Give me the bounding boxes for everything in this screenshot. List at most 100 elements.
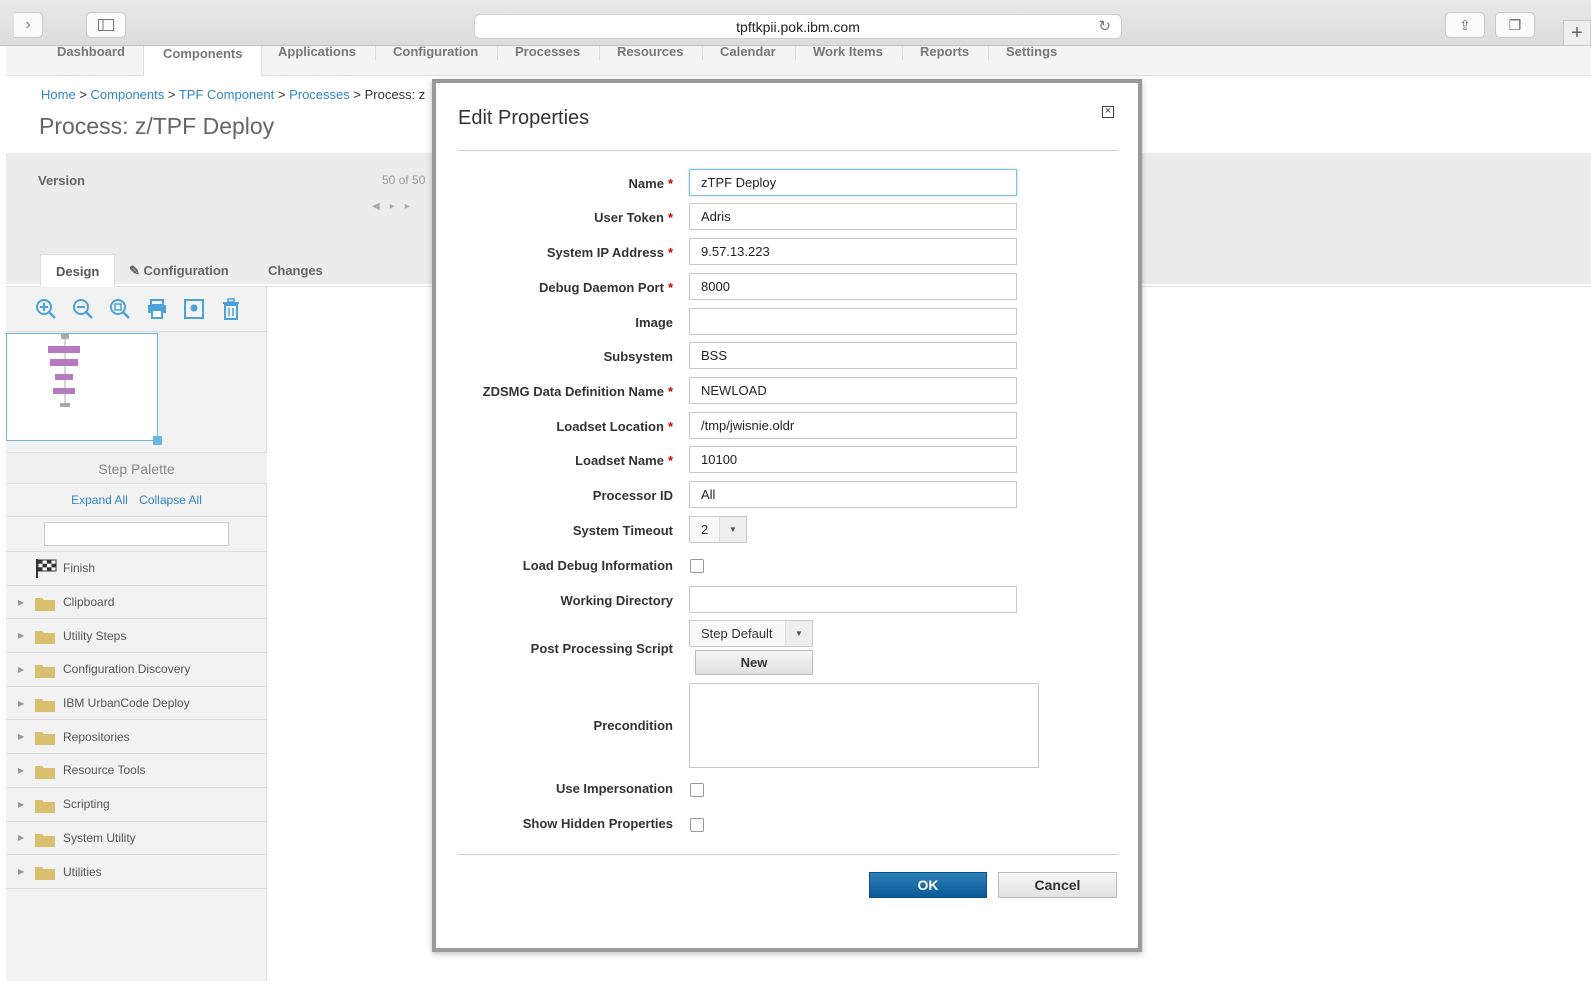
nav-divider xyxy=(795,46,796,60)
expand-arrow-icon[interactable]: ▶ xyxy=(18,732,24,741)
new-script-button[interactable]: New xyxy=(695,650,813,675)
breadcrumb-home[interactable]: Home xyxy=(41,87,76,102)
tab-components[interactable]: Components xyxy=(143,46,263,77)
palette-item-finish[interactable]: Finish xyxy=(6,552,267,586)
palette-item-label: Configuration Discovery xyxy=(63,662,191,677)
tab-configuration[interactable]: Configuration xyxy=(393,44,478,59)
loadset-name-input[interactable]: 10100 xyxy=(689,446,1017,473)
nav-divider xyxy=(497,46,498,60)
process-preview[interactable] xyxy=(6,333,162,445)
nav-divider xyxy=(988,46,989,60)
tab-config-label: Configuration xyxy=(143,263,229,278)
palette-folder-configuration-discovery[interactable]: ▶ Configuration Discovery xyxy=(6,653,267,687)
tab-applications[interactable]: Applications xyxy=(278,44,356,59)
palette-list: Finish ▶ Clipboard ▶ Utility Steps ▶ Con… xyxy=(6,552,267,889)
tab-config[interactable]: ✎ Configuration xyxy=(114,254,244,287)
precondition-label: Precondition xyxy=(593,718,673,733)
palette-folder-clipboard[interactable]: ▶ Clipboard xyxy=(6,586,267,620)
finish-flag-icon xyxy=(36,559,57,578)
dialog-title: Edit Properties xyxy=(458,107,590,129)
tab-changes[interactable]: Changes xyxy=(253,254,338,287)
new-tab-button[interactable]: + xyxy=(1563,20,1591,46)
system-ip-input[interactable]: 9.57.13.223 xyxy=(689,238,1017,265)
expand-arrow-icon[interactable]: ▶ xyxy=(18,699,24,708)
zdsmg-input[interactable]: NEWLOAD xyxy=(689,377,1017,404)
palette-item-label: Resource Tools xyxy=(63,763,146,778)
palette-folder-scripting[interactable]: ▶ Scripting xyxy=(6,788,267,822)
load-debug-label: Load Debug Information xyxy=(522,558,673,573)
tab-settings[interactable]: Settings xyxy=(1006,44,1057,59)
working-dir-input[interactable] xyxy=(689,586,1017,613)
expand-arrow-icon[interactable]: ▶ xyxy=(18,598,24,607)
tab-resources[interactable]: Resources xyxy=(617,44,683,59)
palette-folder-utilities[interactable]: ▶ Utilities xyxy=(6,855,267,889)
palette-folder-utility-steps[interactable]: ▶ Utility Steps xyxy=(6,619,267,654)
show-hidden-label: Show Hidden Properties xyxy=(522,816,673,831)
precondition-textarea[interactable] xyxy=(689,683,1039,768)
palette-filter-input[interactable] xyxy=(44,522,229,546)
expand-arrow-icon[interactable]: ▶ xyxy=(18,665,24,674)
folder-icon xyxy=(35,799,55,813)
tab-processes[interactable]: Processes xyxy=(515,44,580,59)
trash-icon[interactable] xyxy=(219,297,243,321)
address-bar[interactable]: tpftkpii.pok.ibm.com ↻ xyxy=(474,14,1122,39)
post-script-value: Step Default xyxy=(701,626,773,641)
breadcrumb-processes[interactable]: Processes xyxy=(289,87,350,102)
tabs-button[interactable]: ❐ xyxy=(1495,12,1535,38)
expand-arrow-icon[interactable]: ▶ xyxy=(18,867,24,876)
processor-id-input[interactable]: All xyxy=(689,481,1017,508)
collapse-all-link[interactable]: Collapse All xyxy=(139,493,202,507)
zoom-out-icon[interactable] xyxy=(71,297,95,321)
version-pager-icon[interactable]: ◀▸▸ xyxy=(372,201,420,212)
name-input[interactable]: zTPF Deploy xyxy=(689,169,1017,196)
zdsmg-label: ZDSMG Data Definition Name * xyxy=(482,384,673,399)
expand-arrow-icon[interactable]: ▶ xyxy=(18,631,24,640)
loadset-location-input[interactable]: /tmp/jwisnie.oldr xyxy=(689,412,1017,439)
zoom-fit-icon[interactable] xyxy=(108,297,132,321)
tab-reports[interactable]: Reports xyxy=(920,44,969,59)
expand-arrow-icon[interactable]: ▶ xyxy=(18,800,24,809)
palette-folder-resource-tools[interactable]: ▶ Resource Tools xyxy=(6,754,267,788)
save-image-icon[interactable] xyxy=(182,297,206,321)
ok-button[interactable]: OK xyxy=(869,872,987,898)
system-ip-label: System IP Address * xyxy=(546,245,673,260)
print-icon[interactable] xyxy=(145,297,169,321)
tab-dashboard[interactable]: Dashboard xyxy=(57,44,125,59)
cancel-button[interactable]: Cancel xyxy=(998,872,1117,898)
image-input[interactable] xyxy=(689,308,1017,335)
breadcrumb-tpf-component[interactable]: TPF Component xyxy=(179,87,274,102)
palette-item-label: System Utility xyxy=(63,830,136,845)
zoom-in-icon[interactable] xyxy=(34,297,58,321)
tab-design[interactable]: Design xyxy=(40,254,116,287)
load-debug-checkbox[interactable] xyxy=(690,559,704,573)
system-timeout-select[interactable]: 2 ▼ xyxy=(689,516,747,543)
palette-folder-system-utility[interactable]: ▶ System Utility xyxy=(6,822,267,856)
palette-folder-ibm-urbancode-deploy[interactable]: ▶ IBM UrbanCode Deploy xyxy=(6,687,267,721)
plus-icon: + xyxy=(1571,22,1583,44)
breadcrumb-separator: > xyxy=(277,87,286,102)
close-icon[interactable]: × xyxy=(1102,106,1114,118)
palette-folder-repositories[interactable]: ▶ Repositories xyxy=(6,720,267,755)
tab-calendar[interactable]: Calendar xyxy=(720,44,776,59)
sidebar-icon xyxy=(98,19,114,31)
expand-arrow-icon[interactable]: ▶ xyxy=(18,766,24,775)
processor-id-label: Processor ID xyxy=(592,488,673,503)
sidebar-toggle-button[interactable] xyxy=(86,12,126,38)
expand-arrow-icon[interactable]: ▶ xyxy=(18,833,24,842)
folder-icon xyxy=(35,766,55,780)
show-hidden-checkbox[interactable] xyxy=(690,818,704,832)
forward-button[interactable]: › xyxy=(14,12,43,38)
user-token-label: User Token * xyxy=(594,210,673,225)
preview-resize-handle[interactable] xyxy=(153,436,162,445)
tab-work-items[interactable]: Work Items xyxy=(813,44,883,59)
breadcrumb-separator: > xyxy=(167,87,176,102)
share-button[interactable]: ⇪ xyxy=(1445,12,1485,38)
breadcrumb-components[interactable]: Components xyxy=(91,87,165,102)
debug-port-input[interactable]: 8000 xyxy=(689,273,1017,300)
expand-all-link[interactable]: Expand All xyxy=(71,493,128,507)
post-script-select[interactable]: Step Default ▼ xyxy=(689,620,813,647)
user-token-input[interactable]: Adris xyxy=(689,203,1017,230)
reload-icon[interactable]: ↻ xyxy=(1098,15,1111,39)
use-impersonation-checkbox[interactable] xyxy=(690,783,704,797)
subsystem-input[interactable]: BSS xyxy=(689,342,1017,369)
